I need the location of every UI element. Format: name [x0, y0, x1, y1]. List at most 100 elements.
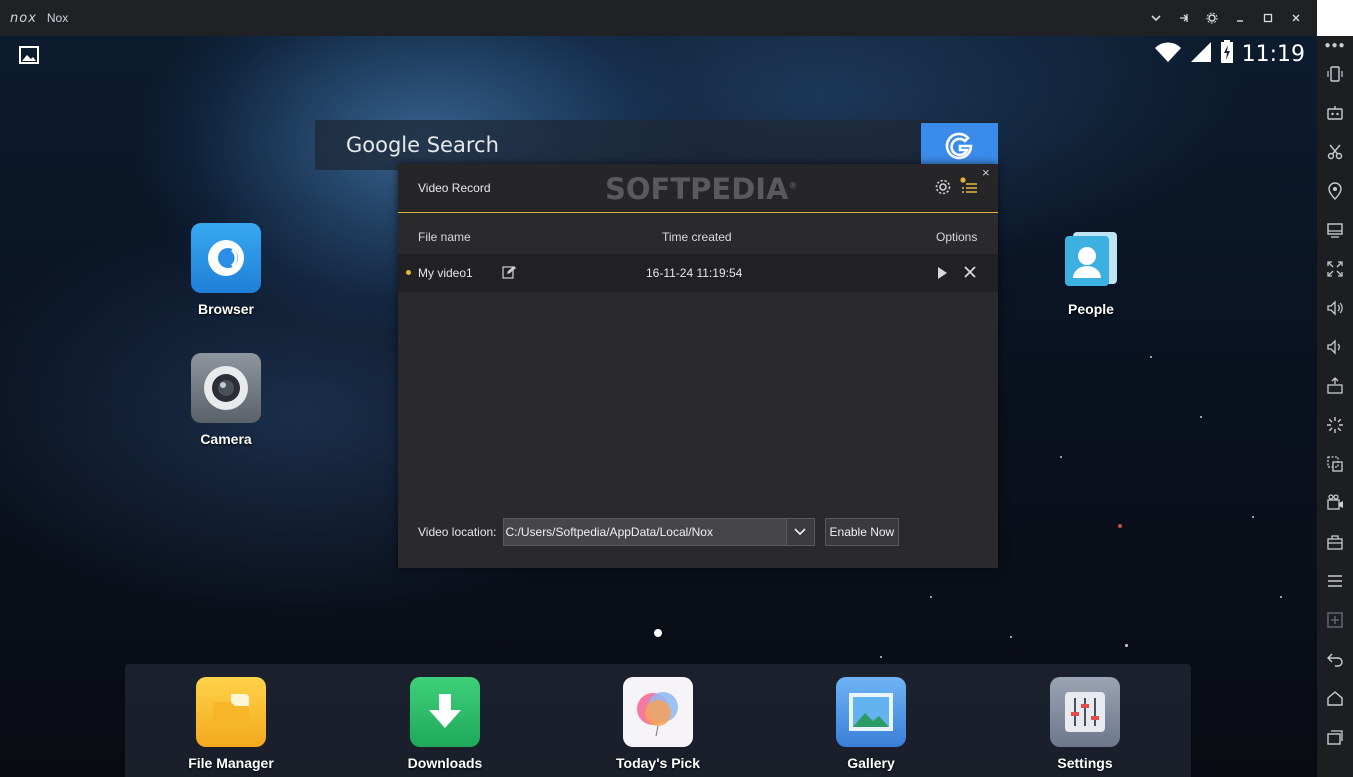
page-indicator: [654, 629, 662, 637]
edit-icon[interactable]: [502, 265, 516, 284]
location-icon[interactable]: [1317, 171, 1353, 210]
watermark-text: SOFTPEDIA: [605, 172, 789, 206]
delete-icon[interactable]: [963, 265, 977, 284]
google-search-button[interactable]: [921, 123, 998, 170]
window-title: Nox: [46, 11, 69, 25]
close-icon[interactable]: [1285, 7, 1307, 29]
wifi-icon: [1154, 41, 1182, 68]
nox-logo: nox: [10, 10, 37, 26]
gear-icon[interactable]: [1201, 7, 1223, 29]
download-icon: [410, 677, 480, 747]
watermark: SOFTPEDIA®: [605, 172, 798, 206]
star: [1252, 516, 1254, 518]
dock-settings[interactable]: Settings: [1030, 677, 1140, 771]
volume-down-icon[interactable]: [1317, 327, 1353, 366]
video-location-label: Video location:: [418, 525, 497, 539]
column-options: Options: [936, 230, 978, 244]
record-icon[interactable]: [1317, 483, 1353, 522]
camera-icon: [191, 353, 261, 423]
star: [1200, 416, 1202, 418]
star: [1118, 524, 1122, 528]
star: [880, 656, 882, 658]
status-bar: 11:19: [0, 36, 1317, 74]
star: [930, 596, 932, 598]
star: [1150, 356, 1152, 358]
dock: File Manager Downloads Today's Pick Gall…: [125, 664, 1191, 777]
recent-apps-icon[interactable]: [1317, 717, 1353, 756]
dialog-close-button[interactable]: ×: [982, 165, 990, 180]
home-icon[interactable]: [1317, 678, 1353, 717]
app-label: Browser: [197, 301, 255, 317]
app-browser[interactable]: Browser: [171, 223, 281, 317]
star: [1125, 644, 1128, 647]
google-search-bar[interactable]: Google Search: [315, 120, 998, 170]
balloon-icon: [623, 677, 693, 747]
volume-up-icon[interactable]: [1317, 288, 1353, 327]
column-time-created: Time created: [662, 230, 732, 244]
settings-gear-icon[interactable]: [935, 179, 951, 200]
apk-install-icon[interactable]: [1317, 366, 1353, 405]
add-icon[interactable]: [1317, 600, 1353, 639]
time-created-cell: 16-11-24 11:19:54: [646, 266, 743, 280]
window-controls: [1145, 0, 1307, 36]
location-dropdown-button[interactable]: [786, 518, 815, 546]
image-icon: [19, 46, 39, 69]
star: [1060, 456, 1062, 458]
fullscreen-icon[interactable]: [1317, 249, 1353, 288]
app-label: Camera: [200, 431, 252, 447]
settings-sliders-icon: [1050, 677, 1120, 747]
app-label: Today's Pick: [616, 755, 700, 771]
app-label: People: [1068, 301, 1114, 317]
dock-todays-pick[interactable]: Today's Pick: [603, 677, 713, 771]
dock-gallery[interactable]: Gallery: [816, 677, 926, 771]
dialog-title: Video Record: [418, 181, 491, 195]
google-g-icon: [945, 132, 972, 159]
dock-file-manager[interactable]: File Manager: [176, 677, 286, 771]
scissors-icon[interactable]: [1317, 132, 1353, 171]
nox-toolbar: ●●●: [1317, 36, 1353, 777]
video-location-row: Video location: C:/Users/Softpedia/AppDa…: [418, 517, 900, 547]
app-label: Settings: [1057, 755, 1113, 771]
app-label: File Manager: [188, 755, 274, 771]
app-label: Downloads: [407, 755, 483, 771]
star: [1010, 636, 1012, 638]
signal-icon: [1190, 41, 1212, 68]
phone-shake-icon[interactable]: [1317, 54, 1353, 93]
app-label: Gallery: [847, 755, 895, 771]
menu-icon[interactable]: [1317, 561, 1353, 600]
dock-downloads[interactable]: Downloads: [390, 677, 500, 771]
toolbox-icon[interactable]: [1317, 522, 1353, 561]
search-label: Google Search: [346, 133, 499, 157]
people-icon: [1056, 223, 1126, 293]
gallery-icon: [836, 677, 906, 747]
star: [1280, 596, 1282, 598]
browser-icon: [191, 223, 261, 293]
app-people[interactable]: People: [1036, 223, 1146, 317]
loading-icon[interactable]: [1317, 405, 1353, 444]
video-record-dialog: Video Record SOFTPEDIA® × File name Time…: [398, 164, 998, 568]
dialog-header: Video Record SOFTPEDIA® ×: [398, 164, 998, 213]
battery-charging-icon: [1220, 40, 1234, 69]
app-camera[interactable]: Camera: [171, 353, 281, 447]
watermark-mark: ®: [788, 181, 798, 192]
maximize-icon[interactable]: [1257, 7, 1279, 29]
play-icon[interactable]: [936, 266, 948, 285]
enable-now-button[interactable]: Enable Now: [824, 518, 900, 546]
back-icon[interactable]: [1317, 639, 1353, 678]
chevron-down-icon[interactable]: [1145, 7, 1167, 29]
folder-icon: [196, 677, 266, 747]
screen-icon[interactable]: [1317, 210, 1353, 249]
new-indicator-dot: [406, 270, 411, 275]
video-location-field[interactable]: C:/Users/Softpedia/AppData/Local/Nox: [502, 518, 787, 546]
multi-instance-icon[interactable]: [1317, 444, 1353, 483]
more-dots-icon[interactable]: ●●●: [1317, 36, 1353, 54]
title-bar-corner: [1317, 0, 1353, 36]
status-clock: 11:19: [1241, 42, 1305, 67]
minimize-icon[interactable]: [1229, 7, 1251, 29]
column-file-name: File name: [418, 230, 471, 244]
robot-icon[interactable]: [1317, 93, 1353, 132]
pin-icon[interactable]: [1173, 7, 1195, 29]
file-name-cell: My video1: [418, 266, 473, 280]
table-row[interactable]: My video1 16-11-24 11:19:54: [398, 254, 998, 292]
recording-list-icon[interactable]: [960, 177, 978, 200]
